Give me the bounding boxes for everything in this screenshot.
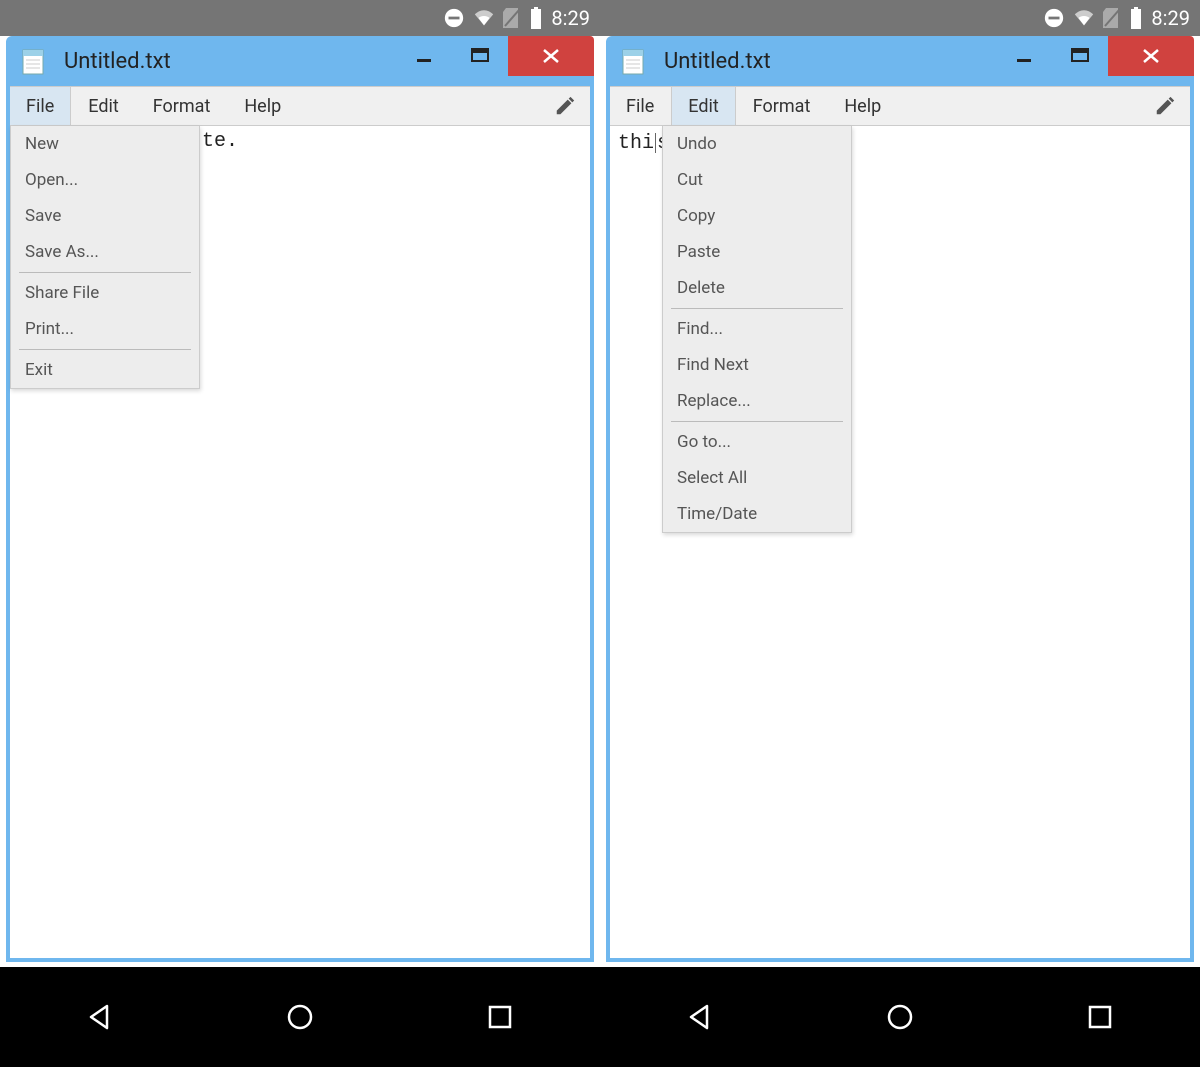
- menu-bar: File Edit Format Help: [10, 86, 590, 126]
- device-left: 8:29 Untitled.txt: [0, 0, 600, 968]
- file-menu-save[interactable]: Save: [11, 198, 199, 234]
- close-button[interactable]: [508, 36, 594, 76]
- editor-area[interactable]: this Undo Cut Copy Paste Delete Find... …: [610, 126, 1190, 958]
- window-controls: [996, 36, 1194, 76]
- menu-separator: [671, 421, 843, 422]
- title-bar: Untitled.txt: [606, 36, 1194, 86]
- edit-menu-copy[interactable]: Copy: [663, 198, 851, 234]
- edit-menu-find[interactable]: Find...: [663, 311, 851, 347]
- notepad-icon: [620, 46, 646, 76]
- notepad-window: Untitled.txt File Edit Format: [6, 36, 594, 962]
- battery-icon: [1129, 7, 1143, 29]
- edit-menu-cut[interactable]: Cut: [663, 162, 851, 198]
- notepad-icon: [20, 46, 46, 76]
- nav-home-button[interactable]: [279, 996, 321, 1038]
- notepad-window: Untitled.txt File Edit Format: [606, 36, 1194, 962]
- nav-home-button[interactable]: [879, 996, 921, 1038]
- title-bar: Untitled.txt: [6, 36, 594, 86]
- menu-format[interactable]: Format: [736, 87, 828, 125]
- file-menu-share[interactable]: Share File: [11, 275, 199, 311]
- edit-menu-find-next[interactable]: Find Next: [663, 347, 851, 383]
- device-right: 8:29 Untitled.txt: [600, 0, 1200, 968]
- file-menu-print[interactable]: Print...: [11, 311, 199, 347]
- menu-separator: [19, 272, 191, 273]
- file-menu-new[interactable]: New: [11, 126, 199, 162]
- no-sim-icon: [1103, 8, 1121, 28]
- nav-back-button[interactable]: [679, 996, 721, 1038]
- edit-menu-replace[interactable]: Replace...: [663, 383, 851, 419]
- edit-menu-paste[interactable]: Paste: [663, 234, 851, 270]
- menu-help[interactable]: Help: [227, 87, 298, 125]
- editor-text-fragment: te.: [202, 130, 238, 153]
- editor-area[interactable]: te. New Open... Save Save As... Share Fi…: [10, 126, 590, 958]
- minimize-button[interactable]: [996, 36, 1052, 76]
- menu-format[interactable]: Format: [136, 87, 228, 125]
- file-menu-exit[interactable]: Exit: [11, 352, 199, 388]
- nav-back-button[interactable]: [79, 996, 121, 1038]
- nav-recents-button[interactable]: [479, 996, 521, 1038]
- minimize-button[interactable]: [396, 36, 452, 76]
- window-title: Untitled.txt: [664, 49, 996, 74]
- no-sim-icon: [503, 8, 521, 28]
- wifi-icon: [473, 7, 495, 29]
- edit-menu-goto[interactable]: Go to...: [663, 424, 851, 460]
- edit-menu-undo[interactable]: Undo: [663, 126, 851, 162]
- window-title: Untitled.txt: [64, 49, 396, 74]
- battery-icon: [529, 7, 543, 29]
- status-bar: 8:29: [600, 0, 1200, 36]
- close-button[interactable]: [1108, 36, 1194, 76]
- edit-menu-select-all[interactable]: Select All: [663, 460, 851, 496]
- menu-file[interactable]: File: [610, 87, 671, 125]
- menu-help[interactable]: Help: [827, 87, 898, 125]
- edit-menu-delete[interactable]: Delete: [663, 270, 851, 306]
- file-dropdown: New Open... Save Save As... Share File P…: [10, 126, 200, 389]
- edit-pencil-button[interactable]: [1140, 87, 1190, 125]
- menu-file[interactable]: File: [10, 87, 71, 125]
- dnd-icon: [443, 7, 465, 29]
- maximize-button[interactable]: [1052, 36, 1108, 76]
- menu-separator: [19, 349, 191, 350]
- nav-recents-button[interactable]: [1079, 996, 1121, 1038]
- menu-edit[interactable]: Edit: [671, 87, 735, 125]
- android-nav-bar: [0, 967, 1200, 1067]
- maximize-button[interactable]: [452, 36, 508, 76]
- status-time: 8:29: [551, 6, 590, 30]
- wifi-icon: [1073, 7, 1095, 29]
- file-menu-open[interactable]: Open...: [11, 162, 199, 198]
- window-controls: [396, 36, 594, 76]
- status-time: 8:29: [1151, 6, 1190, 30]
- edit-pencil-button[interactable]: [540, 87, 590, 125]
- text-caret: [655, 133, 656, 153]
- file-menu-save-as[interactable]: Save As...: [11, 234, 199, 270]
- dnd-icon: [1043, 7, 1065, 29]
- menu-edit[interactable]: Edit: [71, 87, 135, 125]
- edit-menu-time-date[interactable]: Time/Date: [663, 496, 851, 532]
- edit-dropdown: Undo Cut Copy Paste Delete Find... Find …: [662, 126, 852, 533]
- status-bar: 8:29: [0, 0, 600, 36]
- menu-separator: [671, 308, 843, 309]
- menu-bar: File Edit Format Help: [610, 86, 1190, 126]
